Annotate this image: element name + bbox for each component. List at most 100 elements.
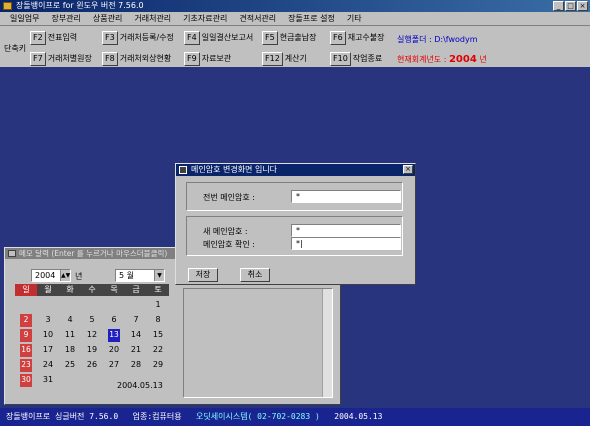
calendar-day[interactable]: 13 (108, 329, 120, 342)
close-button[interactable]: × (577, 1, 588, 11)
calendar-day[interactable]: 27 (103, 358, 125, 373)
calendar-day[interactable]: 18 (59, 343, 81, 358)
f5-cashbook-button[interactable]: F5 현금출납장 (262, 30, 317, 45)
calendar-day[interactable]: 11 (59, 328, 81, 343)
old-password-field[interactable]: * (291, 190, 401, 203)
memo-scrollbar[interactable] (322, 289, 332, 397)
f2-label: 전표입력 (47, 33, 78, 42)
calendar-day[interactable]: 31 (37, 373, 59, 388)
calendar-day[interactable]: 1 (147, 298, 169, 313)
menu-settings[interactable]: 장돌프로 설정 (282, 12, 341, 25)
calendar-day[interactable]: 9 (20, 329, 32, 342)
new-password-field[interactable]: * (291, 224, 401, 237)
status-company: 오딧세이시스템( 02-702-0283 ) (196, 412, 320, 421)
f6-inventory-button[interactable]: F6 재고수불장 (330, 30, 385, 45)
calendar-day[interactable]: 10 (37, 328, 59, 343)
f7-client-ledger-button[interactable]: F7 거래처별원장 (30, 51, 92, 66)
month-select[interactable]: 5 월 ▼ (115, 269, 165, 282)
new-password-group: 새 메인암호 : * 메인암호 확인 : *| (186, 216, 403, 256)
f10-label: 작업종료 (352, 54, 383, 63)
weekday-label: 일 (15, 284, 37, 296)
weekday-label: 토 (154, 285, 162, 294)
calendar-empty-cell (81, 373, 103, 388)
calendar-day[interactable]: 28 (125, 358, 147, 373)
f10-key: F10 (330, 51, 351, 66)
f3-key: F3 (102, 30, 118, 45)
status-product: 장돌뱅이프로 싱글버전 7.56.0 (6, 412, 119, 421)
calendar-day[interactable]: 16 (20, 344, 32, 357)
memo-window-icon (8, 250, 16, 257)
calendar-day[interactable]: 26 (81, 358, 103, 373)
dialog-close-button[interactable]: × (403, 165, 413, 174)
menu-daily-work[interactable]: 일일업무 (4, 12, 45, 25)
confirm-password-field[interactable]: *| (291, 237, 401, 250)
f9-backup-button[interactable]: F9 자료보관 (184, 51, 231, 66)
calendar: 일월화수목금토 1 2 3 4 5 6 7 8 9 10 11 12 13 14 15 16 17 18 19 20 2… (15, 284, 169, 388)
calendar-day[interactable]: 21 (125, 343, 147, 358)
f3-client-register-button[interactable]: F3 거래처등록/수정 (102, 30, 174, 45)
f8-credit-status-button[interactable]: F8 거래처외상현황 (102, 51, 171, 66)
f4-daily-report-button[interactable]: F4 일일결산보고서 (184, 30, 253, 45)
f2-key: F2 (30, 30, 46, 45)
f9-label: 자료보관 (201, 54, 232, 63)
save-button[interactable]: 저장 (188, 268, 218, 282)
dialog-icon (179, 166, 187, 174)
weekday-label: 월 (44, 285, 52, 294)
calendar-day[interactable]: 5 (81, 313, 103, 328)
calendar-day[interactable]: 17 (37, 343, 59, 358)
calendar-day[interactable]: 22 (147, 343, 169, 358)
shortcut-label: 단축키 (4, 44, 27, 53)
year-stepper[interactable]: 2004 ▲▼ (31, 269, 71, 282)
calendar-empty-cell (81, 298, 103, 313)
calendar-days: 1 2 3 4 5 6 7 8 9 10 11 12 13 14 15 16 17 18 19 20 21 22 23 24 2… (15, 298, 169, 388)
f2-entry-button[interactable]: F2 전표입력 (30, 30, 77, 45)
f6-label: 재고수불장 (347, 33, 385, 42)
weekday-label: 목 (110, 285, 118, 294)
f5-label: 현금출납장 (279, 33, 317, 42)
calendar-day[interactable]: 14 (125, 328, 147, 343)
calendar-day[interactable]: 12 (81, 328, 103, 343)
fiscal-year-label: 현재회계년도 : (397, 55, 447, 64)
calendar-day[interactable]: 30 (20, 374, 32, 387)
minimize-button[interactable]: _ (553, 1, 564, 11)
f8-label: 거래처외상현황 (119, 54, 172, 63)
calendar-day[interactable]: 15 (147, 328, 169, 343)
calendar-day[interactable]: 19 (81, 343, 103, 358)
menu-estimates[interactable]: 견적서관리 (233, 12, 282, 25)
menu-clients[interactable]: 거래처관리 (128, 12, 177, 25)
f12-calculator-button[interactable]: F12 계산기 (262, 51, 307, 66)
spin-arrows-icon[interactable]: ▲▼ (60, 270, 70, 281)
calendar-day[interactable]: 23 (20, 359, 32, 372)
f6-key: F6 (330, 30, 346, 45)
calendar-day[interactable]: 29 (147, 358, 169, 373)
maximize-button[interactable]: □ (565, 1, 576, 11)
status-bar: 장돌뱅이프로 싱글버전 7.56.0 업종:컴퓨터용 오딧세이시스템( 02-7… (0, 408, 590, 426)
cancel-button[interactable]: 취소 (240, 268, 270, 282)
calendar-day[interactable]: 3 (37, 313, 59, 328)
calendar-day[interactable]: 25 (59, 358, 81, 373)
calendar-day[interactable]: 24 (37, 358, 59, 373)
new-password-label: 새 메인암호 : (203, 227, 248, 236)
calendar-day[interactable]: 20 (103, 343, 125, 358)
memo-text-area[interactable] (183, 288, 333, 398)
calendar-day[interactable]: 4 (59, 313, 81, 328)
f7-key: F7 (30, 51, 46, 66)
calendar-day[interactable]: 6 (103, 313, 125, 328)
calendar-empty-cell (103, 298, 125, 313)
selected-date: 2004.05.13 (117, 381, 163, 390)
menu-products[interactable]: 상품관리 (87, 12, 128, 25)
f10-exit-button[interactable]: F10 작업종료 (330, 51, 382, 66)
fiscal-year-info: 현재회계년도 : 2004 년 (397, 54, 487, 65)
f4-label: 일일결산보고서 (201, 33, 254, 42)
chevron-down-icon[interactable]: ▼ (154, 270, 164, 281)
calendar-day[interactable]: 2 (20, 314, 32, 327)
f5-key: F5 (262, 30, 278, 45)
memo-title: 메모 달력 (Enter 를 누르거나 마우스더블클릭) (19, 249, 168, 258)
menu-etc[interactable]: 기타 (341, 12, 368, 25)
menu-base-data[interactable]: 기초자료관리 (177, 12, 233, 25)
year-value: 2004 (35, 271, 56, 280)
calendar-day[interactable]: 7 (125, 313, 147, 328)
f9-key: F9 (184, 51, 200, 66)
calendar-day[interactable]: 8 (147, 313, 169, 328)
menu-ledger[interactable]: 장부관리 (45, 12, 86, 25)
